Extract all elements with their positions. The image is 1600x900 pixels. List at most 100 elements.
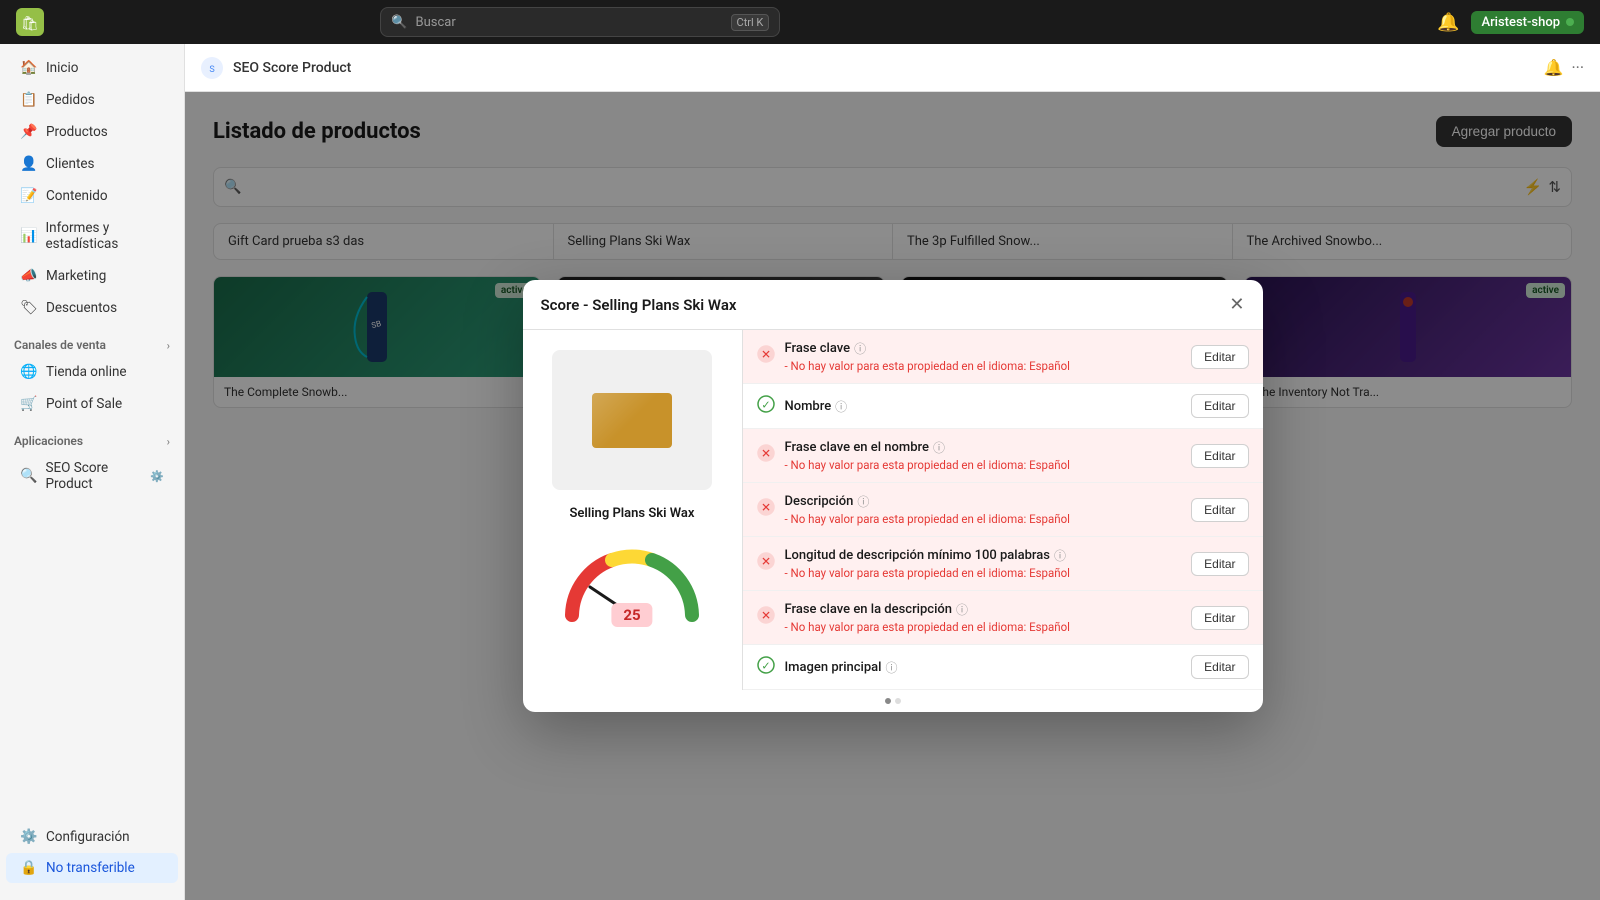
sidebar-item-seo-score[interactable]: 🔍 SEO Score Product ⚙️ [6,453,178,499]
more-icon[interactable]: ··· [1571,58,1584,77]
no-transfer-icon: 🔒 [20,860,38,876]
edit-button-imagen-principal[interactable]: Editar [1191,655,1248,679]
svg-text:🛍: 🛍 [21,15,39,32]
check-subtitle-longitud-descripcion: - No hay valor para esta propiedad en el… [785,566,1182,580]
search-icon: 🔍 [391,15,407,30]
edit-button-longitud-descripcion[interactable]: Editar [1191,552,1248,576]
sidebar-item-marketing[interactable]: 📣 Marketing [6,261,178,291]
canales-label: Canales de venta [14,338,106,352]
edit-button-nombre[interactable]: Editar [1191,394,1248,418]
seo-icon: 🔍 [20,468,37,484]
global-search[interactable]: 🔍 Buscar Ctrl K [380,7,780,37]
edit-button-frase-clave[interactable]: Editar [1191,345,1248,369]
info-icon-longitud-descripcion[interactable]: ⓘ [1054,547,1066,564]
config-icon: ⚙️ [20,829,38,845]
sidebar-item-label: Inicio [46,60,78,76]
check-row-frase-clave-descripcion: ✕ Frase clave en la descripciónⓘ- No hay … [743,591,1263,645]
edit-button-descripcion[interactable]: Editar [1191,498,1248,522]
sidebar-item-informes[interactable]: 📊 Informes y estadísticas [6,213,178,259]
app-header: S SEO Score Product 🔔 ··· [185,44,1600,92]
check-row-imagen-principal: ✓ Imagen principalⓘ Editar [743,645,1263,690]
gauge-score-value: 25 [611,603,652,627]
sidebar-item-label: Contenido [46,188,108,204]
apps-section: Aplicaciones › [0,424,184,452]
inicio-icon: 🏠 [20,60,38,76]
check-title-imagen-principal: Imagen principalⓘ [785,659,1182,676]
sidebar-item-descuentos[interactable]: 🏷 Descuentos [6,293,178,323]
modal-overlay: Score - Selling Plans Ski Wax ✕ Selling … [185,92,1600,900]
check-icon-descripcion: ✕ [757,498,775,521]
info-icon-nombre[interactable]: ⓘ [835,398,847,415]
check-title-descripcion: Descripciónⓘ [785,493,1182,510]
score-gauge: 25 [552,537,712,627]
check-icon-imagen-principal: ✓ [757,656,775,679]
sidebar-item-label: Informes y estadísticas [45,220,164,252]
modal-product-image [552,350,712,490]
clientes-icon: 👤 [20,156,38,172]
modal-checks-panel: ✕Frase claveⓘ- No hay valor para esta pr… [743,330,1263,690]
edit-button-frase-clave-nombre[interactable]: Editar [1191,444,1248,468]
svg-text:✓: ✓ [761,659,770,672]
check-content-frase-clave: Frase claveⓘ- No hay valor para esta pro… [785,340,1182,373]
svg-text:✕: ✕ [760,447,770,461]
search-shortcut: Ctrl K [731,14,770,31]
sidebar-item-label: Configuración [46,829,130,845]
user-name: Aristest-shop [1481,15,1560,30]
bell-icon[interactable]: 🔔 [1544,58,1564,77]
check-row-nombre: ✓NombreⓘEditar [743,384,1263,429]
sidebar-item-point-of-sale[interactable]: 🛒 Point of Sale [6,389,178,419]
sidebar-item-configuracion[interactable]: ⚙️ Configuración [6,822,178,852]
info-icon-descripcion[interactable]: ⓘ [857,493,869,510]
info-icon-frase-clave-nombre[interactable]: ⓘ [933,439,945,456]
sidebar-item-contenido[interactable]: 📝 Contenido [6,181,178,211]
pos-icon: 🛒 [20,396,38,412]
user-menu[interactable]: Aristest-shop [1471,11,1584,34]
wax-product-visual [592,393,672,448]
modal-title: Score - Selling Plans Ski Wax [541,296,737,314]
sidebar: 🏠 Inicio 📋 Pedidos 📌 Productos 👤 Cliente… [0,44,185,900]
productos-icon: 📌 [20,124,38,140]
sidebar-item-pedidos[interactable]: 📋 Pedidos [6,85,178,115]
check-content-imagen-principal: Imagen principalⓘ [785,659,1182,676]
canales-arrow: › [167,339,170,352]
sidebar-item-inicio[interactable]: 🏠 Inicio [6,53,178,83]
check-title-nombre: Nombreⓘ [785,398,1182,415]
check-title-frase-clave-descripcion: Frase clave en la descripciónⓘ [785,601,1182,618]
app-header-title: SEO Score Product [233,60,351,76]
sidebar-item-productos[interactable]: 📌 Productos [6,117,178,147]
check-title-frase-clave-nombre: Frase clave en el nombreⓘ [785,439,1182,456]
info-icon-frase-clave[interactable]: ⓘ [854,340,866,357]
modal-close-button[interactable]: ✕ [1229,294,1244,315]
apps-arrow: › [167,435,170,448]
check-title-longitud-descripcion: Longitud de descripción mínimo 100 palab… [785,547,1182,564]
sidebar-item-label: Pedidos [46,92,95,108]
check-icon-frase-clave-nombre: ✕ [757,444,775,467]
check-content-longitud-descripcion: Longitud de descripción mínimo 100 palab… [785,547,1182,580]
check-content-frase-clave-descripcion: Frase clave en la descripciónⓘ- No hay v… [785,601,1182,634]
sidebar-item-label: Tienda online [46,364,127,380]
check-title-frase-clave: Frase claveⓘ [785,340,1182,357]
svg-text:S: S [209,65,214,75]
info-icon-frase-clave-descripcion[interactable]: ⓘ [956,601,968,618]
content-area: S SEO Score Product 🔔 ··· Listado de pro… [185,44,1600,900]
seo-score-modal: Score - Selling Plans Ski Wax ✕ Selling … [523,280,1263,712]
svg-text:✕: ✕ [760,609,770,623]
informes-icon: 📊 [20,228,37,244]
online-indicator [1566,18,1574,26]
check-content-descripcion: Descripciónⓘ- No hay valor para esta pro… [785,493,1182,526]
descuentos-icon: 🏷 [20,300,38,316]
canales-section: Canales de venta › [0,328,184,356]
apps-label: Aplicaciones [14,434,83,448]
sidebar-item-clientes[interactable]: 👤 Clientes [6,149,178,179]
info-icon-imagen-principal[interactable]: ⓘ [886,659,898,676]
pagination-dot-1 [895,698,901,704]
sidebar-item-no-transferible[interactable]: 🔒 No transferible [6,853,178,883]
topbar: 🛍 🔍 Buscar Ctrl K 🔔 Aristest-shop [0,0,1600,44]
shopify-logo[interactable]: 🛍 [16,8,44,36]
settings-gear-icon[interactable]: ⚙️ [150,470,164,483]
check-content-nombre: Nombreⓘ [785,398,1182,415]
notification-bell[interactable]: 🔔 [1437,12,1459,33]
sidebar-item-tienda-online[interactable]: 🌐 Tienda online [6,357,178,387]
edit-button-frase-clave-descripcion[interactable]: Editar [1191,606,1248,630]
check-subtitle-frase-clave-nombre: - No hay valor para esta propiedad en el… [785,458,1182,472]
